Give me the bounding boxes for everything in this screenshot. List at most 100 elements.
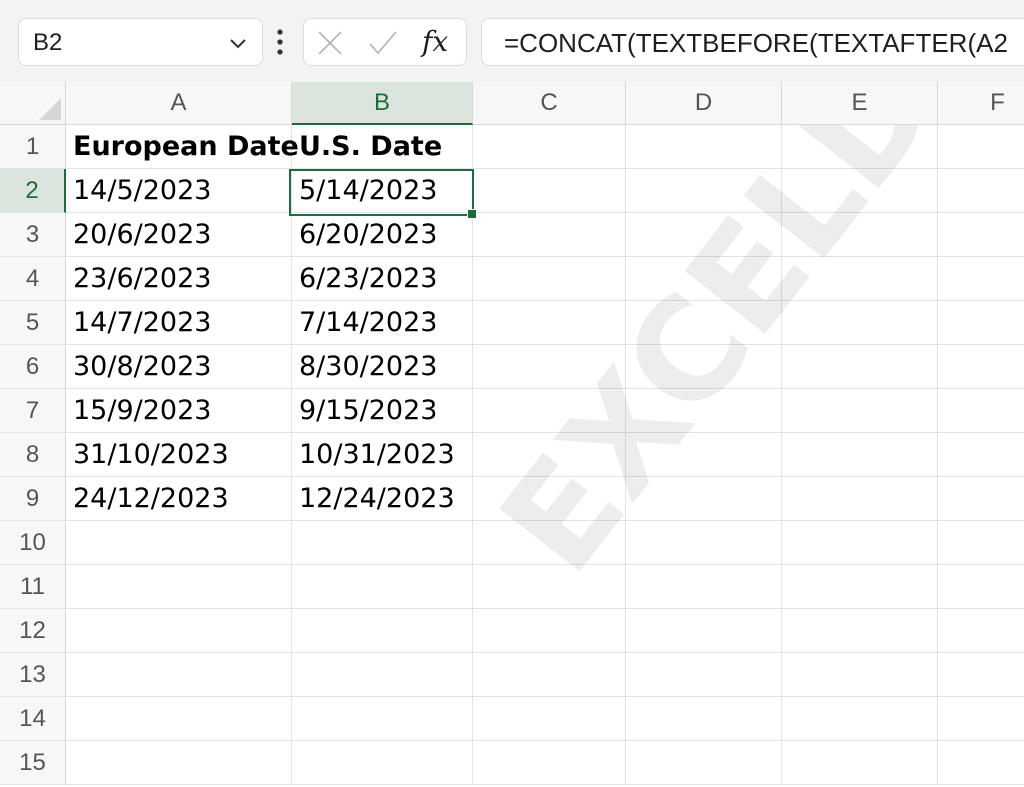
- cell-c12[interactable]: [473, 609, 626, 653]
- cell-e5[interactable]: [782, 301, 938, 345]
- cell-e4[interactable]: [782, 257, 938, 301]
- cell-b6[interactable]: 8/30/2023: [292, 345, 473, 389]
- cell-e2[interactable]: [782, 169, 938, 213]
- chevron-down-icon[interactable]: [226, 31, 250, 55]
- cell-b4[interactable]: 6/23/2023: [292, 257, 473, 301]
- cell-f4[interactable]: [938, 257, 1024, 301]
- fill-handle[interactable]: [467, 209, 477, 219]
- cell-f6[interactable]: [938, 345, 1024, 389]
- row-header-4[interactable]: 4: [0, 257, 66, 301]
- cell-b12[interactable]: [292, 609, 473, 653]
- cell-a9[interactable]: 24/12/2023: [66, 477, 292, 521]
- cell-e14[interactable]: [782, 697, 938, 741]
- cell-b1[interactable]: U.S. Date: [292, 125, 473, 169]
- cell-c3[interactable]: [473, 213, 626, 257]
- cell-c9[interactable]: [473, 477, 626, 521]
- cell-f13[interactable]: [938, 653, 1024, 697]
- cell-c4[interactable]: [473, 257, 626, 301]
- cell-d3[interactable]: [626, 213, 782, 257]
- cell-a2[interactable]: 14/5/2023: [66, 169, 292, 213]
- cell-c7[interactable]: [473, 389, 626, 433]
- cell-f7[interactable]: [938, 389, 1024, 433]
- cell-b5[interactable]: 7/14/2023: [292, 301, 473, 345]
- column-header-e[interactable]: E: [782, 82, 938, 125]
- cell-f3[interactable]: [938, 213, 1024, 257]
- formula-input[interactable]: =CONCAT(TEXTBEFORE(TEXTAFTER(A2: [481, 18, 1024, 66]
- row-header-5[interactable]: 5: [0, 301, 66, 345]
- row-header-6[interactable]: 6: [0, 345, 66, 389]
- cell-d14[interactable]: [626, 697, 782, 741]
- row-header-11[interactable]: 11: [0, 565, 66, 609]
- cell-d6[interactable]: [626, 345, 782, 389]
- cell-b13[interactable]: [292, 653, 473, 697]
- cell-b7[interactable]: 9/15/2023: [292, 389, 473, 433]
- cell-d4[interactable]: [626, 257, 782, 301]
- checkmark-icon[interactable]: [368, 29, 398, 57]
- cell-c6[interactable]: [473, 345, 626, 389]
- column-header-a[interactable]: A: [66, 82, 292, 125]
- cell-b15[interactable]: [292, 741, 473, 785]
- cell-b2[interactable]: 5/14/2023: [292, 169, 473, 213]
- cell-f12[interactable]: [938, 609, 1024, 653]
- cell-f2[interactable]: [938, 169, 1024, 213]
- insert-function-icon[interactable]: fx: [422, 23, 448, 61]
- cell-e7[interactable]: [782, 389, 938, 433]
- row-header-8[interactable]: 8: [0, 433, 66, 477]
- cell-d13[interactable]: [626, 653, 782, 697]
- row-header-7[interactable]: 7: [0, 389, 66, 433]
- cell-d10[interactable]: [626, 521, 782, 565]
- cell-d1[interactable]: [626, 125, 782, 169]
- cell-c5[interactable]: [473, 301, 626, 345]
- cell-d7[interactable]: [626, 389, 782, 433]
- cell-e15[interactable]: [782, 741, 938, 785]
- cell-f8[interactable]: [938, 433, 1024, 477]
- cell-b9[interactable]: 12/24/2023: [292, 477, 473, 521]
- vertical-ellipsis-icon[interactable]: [273, 26, 287, 58]
- row-header-3[interactable]: 3: [0, 213, 66, 257]
- cell-d15[interactable]: [626, 741, 782, 785]
- cell-c2[interactable]: [473, 169, 626, 213]
- cell-e6[interactable]: [782, 345, 938, 389]
- cell-f14[interactable]: [938, 697, 1024, 741]
- column-header-c[interactable]: C: [473, 82, 626, 125]
- cell-e12[interactable]: [782, 609, 938, 653]
- cell-c1[interactable]: [473, 125, 626, 169]
- cell-f5[interactable]: [938, 301, 1024, 345]
- cell-c15[interactable]: [473, 741, 626, 785]
- column-header-f[interactable]: F: [938, 82, 1024, 125]
- cell-c14[interactable]: [473, 697, 626, 741]
- cell-a8[interactable]: 31/10/2023: [66, 433, 292, 477]
- cell-f11[interactable]: [938, 565, 1024, 609]
- cell-c10[interactable]: [473, 521, 626, 565]
- cell-b11[interactable]: [292, 565, 473, 609]
- cell-e9[interactable]: [782, 477, 938, 521]
- cell-b14[interactable]: [292, 697, 473, 741]
- select-all-button[interactable]: [0, 82, 66, 125]
- row-header-9[interactable]: 9: [0, 477, 66, 521]
- cell-e11[interactable]: [782, 565, 938, 609]
- row-header-1[interactable]: 1: [0, 125, 66, 169]
- name-box[interactable]: B2: [18, 18, 263, 66]
- cell-d8[interactable]: [626, 433, 782, 477]
- cell-d5[interactable]: [626, 301, 782, 345]
- cell-a1[interactable]: European Date: [66, 125, 299, 169]
- cell-f10[interactable]: [938, 521, 1024, 565]
- cell-f9[interactable]: [938, 477, 1024, 521]
- cell-a10[interactable]: [66, 521, 292, 565]
- cell-a12[interactable]: [66, 609, 292, 653]
- cell-a4[interactable]: 23/6/2023: [66, 257, 292, 301]
- cell-e3[interactable]: [782, 213, 938, 257]
- cell-a7[interactable]: 15/9/2023: [66, 389, 292, 433]
- row-header-13[interactable]: 13: [0, 653, 66, 697]
- row-header-15[interactable]: 15: [0, 741, 66, 785]
- cell-a6[interactable]: 30/8/2023: [66, 345, 292, 389]
- cell-f1[interactable]: [938, 125, 1024, 169]
- cell-f15[interactable]: [938, 741, 1024, 785]
- cancel-icon[interactable]: [316, 29, 344, 57]
- cell-a15[interactable]: [66, 741, 292, 785]
- column-header-b[interactable]: B: [292, 82, 473, 125]
- cell-c13[interactable]: [473, 653, 626, 697]
- cell-a13[interactable]: [66, 653, 292, 697]
- cell-e1[interactable]: [782, 125, 938, 169]
- row-header-10[interactable]: 10: [0, 521, 66, 565]
